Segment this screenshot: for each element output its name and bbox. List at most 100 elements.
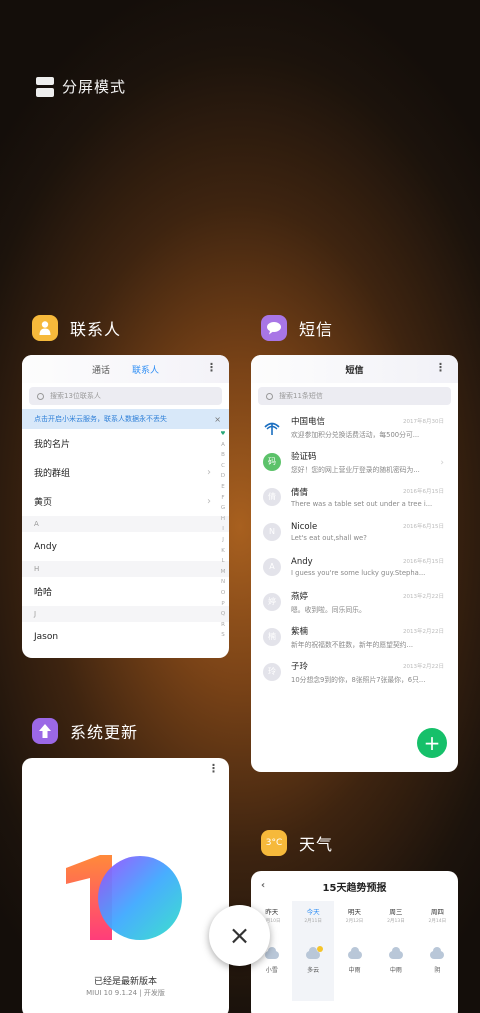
split-screen-label: 分屏模式 <box>62 78 127 96</box>
alphabet-index-letter[interactable]: ♥ <box>221 429 226 440</box>
message-date: 2013年2月22日 <box>403 664 444 670</box>
alphabet-index-letter[interactable]: K <box>221 546 225 557</box>
updater-card[interactable]: ⋮ 已经是最新版本 MIUI 10 9.1.24 | 开发版 <box>22 758 229 1013</box>
sender-name: 验证码 <box>291 451 317 462</box>
partly-cloudy-icon <box>306 946 324 959</box>
contacts-app-icon <box>32 315 58 341</box>
alphabet-index-letter[interactable]: R <box>221 620 225 631</box>
contacts-app-header[interactable]: 联系人 <box>32 315 121 341</box>
chevron-right-icon: › <box>207 496 211 507</box>
message-thread[interactable]: 玲子玲 10分想念9到的你，8张照片7张最你，6只... 2013年2月22日 <box>251 654 458 689</box>
forecast-day: 周四 2月14日 <box>417 901 458 941</box>
alphabet-index-letter[interactable]: G <box>221 503 225 514</box>
tab-contacts[interactable]: 联系人 <box>132 363 159 376</box>
forecast-day-name: 周四 <box>430 908 444 916</box>
weather-days-row: 昨天 2月10日 今天 2月11日 明天 2月12日 周三 2月13日 周四 2月14日 <box>251 901 458 941</box>
message-preview: 欢迎参加积分兑换话费活动，每500分可... <box>291 430 420 439</box>
split-screen-button[interactable]: 分屏模式 <box>36 76 126 97</box>
search-icon <box>37 392 44 400</box>
messages-list: 中国电信 欢迎参加积分兑换话费活动，每500分可... 2017年8月30日码验证码… <box>251 409 458 689</box>
cloud-service-banner[interactable]: 点击开启小米云服务，联系人数据永不丢失 × <box>22 409 229 429</box>
chevron-right-icon: › <box>207 467 211 478</box>
contact-name: 黄页 <box>34 498 53 508</box>
alphabet-index-letter[interactable]: J <box>222 535 224 546</box>
new-message-button[interactable]: + <box>417 728 447 758</box>
forecast-condition: 中雨 <box>334 941 375 1001</box>
alphabet-index-letter[interactable]: O <box>221 588 225 599</box>
close-all-button[interactable]: × <box>209 905 270 966</box>
weather-card[interactable]: ‹ 15天趋势预报 昨天 2月10日 今天 2月11日 明天 2月12日 周三 2月13日 周四… <box>251 871 458 1013</box>
messages-app-header[interactable]: 短信 <box>261 315 333 341</box>
updater-app-icon <box>32 718 58 744</box>
forecast-condition-text: 小雪 <box>265 967 278 974</box>
banner-text: 点击开启小米云服务，联系人数据永不丢失 <box>34 415 167 423</box>
contact-name: 哈哈 <box>34 588 53 598</box>
search-icon <box>266 392 273 400</box>
contact-list-item[interactable]: 黄页 › <box>22 487 229 516</box>
section-header: H <box>22 561 229 577</box>
contact-list-item[interactable]: Jason <box>22 622 229 651</box>
message-preview: There was a table set out under a tree i… <box>291 499 433 508</box>
message-thread[interactable]: 婷燕婷 嗯。收到啦。同乐同乐。 2013年2月22日 <box>251 584 458 619</box>
messages-card[interactable]: 短信 ⋮ 搜索11条短信 中国电信 欢迎参加积分兑换话费活动，每500分可... 2… <box>251 355 458 772</box>
forecast-day-name: 今天 <box>306 908 320 916</box>
weather-app-header[interactable]: 3°C 天气 <box>261 830 333 856</box>
alphabet-index-letter[interactable]: P <box>221 599 224 610</box>
alphabet-index-letter[interactable]: S <box>221 630 225 641</box>
message-preview: Let's eat out,shall we? <box>291 533 367 542</box>
messages-search-bar[interactable]: 搜索11条短信 <box>258 387 451 405</box>
contact-list-item[interactable]: 我的名片 <box>22 429 229 458</box>
alphabet-index-letter[interactable]: D <box>221 471 225 482</box>
alphabet-index-letter[interactable]: H <box>221 514 225 525</box>
alphabet-index-letter[interactable]: I <box>222 524 224 535</box>
contacts-search-bar[interactable]: 搜索13位联系人 <box>29 387 222 405</box>
more-menu-icon[interactable]: ⋮ <box>435 362 446 373</box>
forecast-condition: 中雨 <box>375 941 416 1001</box>
contacts-tab-bar: 通话 联系人 ⋮ <box>22 355 229 383</box>
chevron-right-icon: › <box>440 458 444 468</box>
alphabet-index-letter[interactable]: A <box>221 440 225 451</box>
updater-app-name: 系统更新 <box>70 723 139 742</box>
contact-list-item[interactable]: Andy <box>22 532 229 561</box>
alphabet-index[interactable]: ♥ A B C D E F G H I J K L M N O P Q R S <box>219 429 227 641</box>
forecast-condition-text: 阴 <box>434 967 441 974</box>
contact-list-item[interactable]: 我的群组 › <box>22 458 229 487</box>
message-thread[interactable]: 楠紫楠 新年的祝福数不胜数，新年的愿望契约... 2013年2月22日 <box>251 619 458 654</box>
forecast-day-name: 周三 <box>389 908 403 916</box>
forecast-day-name: 明天 <box>348 908 362 916</box>
message-date: 2013年2月22日 <box>403 629 444 635</box>
more-menu-icon[interactable]: ⋮ <box>208 762 219 775</box>
message-thread[interactable]: N Nicole Let's eat out,shall we? 2016年6月15日 <box>251 514 458 549</box>
message-thread[interactable]: 中国电信 欢迎参加积分兑换话费活动，每500分可... 2017年8月30日 <box>251 409 458 444</box>
alphabet-index-letter[interactable]: C <box>221 461 225 472</box>
avatar: 婷 <box>263 592 281 611</box>
alphabet-index-letter[interactable]: F <box>221 493 224 504</box>
alphabet-index-letter[interactable]: Q <box>221 609 225 620</box>
alphabet-index-letter[interactable]: B <box>221 450 225 461</box>
message-thread[interactable]: A Andy I guess you're some lucky guy.Steph… <box>251 549 458 584</box>
message-thread[interactable]: 码验证码 您好！您的网上营业厅登录的随机密码为... › <box>251 444 458 479</box>
more-menu-icon[interactable]: ⋮ <box>206 362 217 373</box>
weather-app-name: 天气 <box>299 835 334 854</box>
message-preview: 10分想念9到的你，8张照片7张最你，6只... <box>291 675 426 684</box>
messages-app-icon <box>261 315 287 341</box>
message-thread[interactable]: 倩倩倩 There was a table set out under a tre… <box>251 479 458 514</box>
alphabet-index-letter[interactable]: N <box>221 577 225 588</box>
updater-app-header[interactable]: 系统更新 <box>32 718 138 744</box>
tab-calls[interactable]: 通话 <box>92 363 110 376</box>
avatar: A <box>263 557 281 576</box>
section-header: A <box>22 516 229 532</box>
message-preview: 嗯。收到啦。同乐同乐。 <box>291 605 366 614</box>
avatar: 楠 <box>263 627 281 646</box>
banner-close-icon[interactable]: × <box>214 415 221 424</box>
alphabet-index-letter[interactable]: L <box>221 556 224 567</box>
forecast-day: 今天 2月11日 <box>292 901 334 941</box>
contact-list-item[interactable]: 哈哈 <box>22 577 229 606</box>
alphabet-index-letter[interactable]: E <box>221 482 224 493</box>
contact-name: Jason <box>34 631 59 642</box>
contacts-card[interactable]: 通话 联系人 ⋮ 搜索13位联系人 点击开启小米云服务，联系人数据永不丢失 × … <box>22 355 229 658</box>
forecast-day-date: 2月13日 <box>387 919 405 924</box>
back-arrow-icon[interactable]: ‹ <box>261 880 265 891</box>
alphabet-index-letter[interactable]: M <box>221 567 226 578</box>
weather-header: ‹ 15天趋势预报 <box>251 871 458 901</box>
